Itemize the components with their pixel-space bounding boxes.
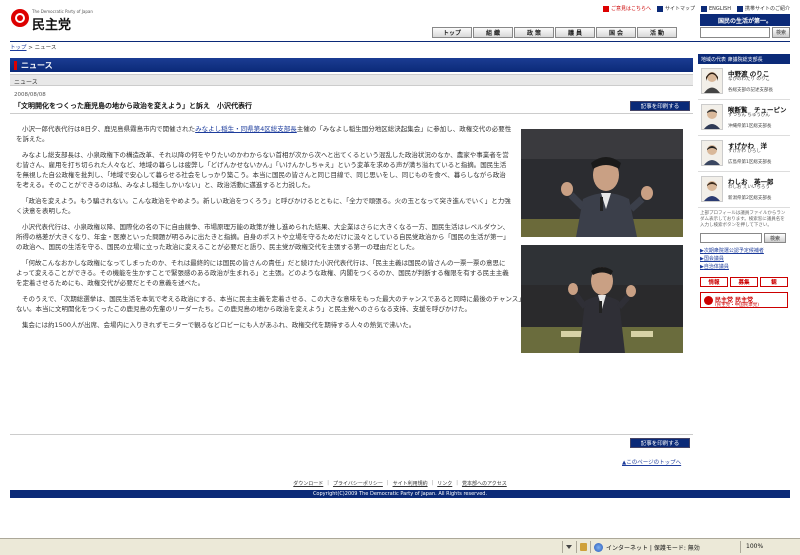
global-nav: トップ 組 織 政 策 議 員 国 会 活 動	[432, 27, 677, 38]
footer-link-access[interactable]: 党本部へのアクセス	[462, 480, 507, 488]
member-block: 広島県第1区総支部長	[728, 160, 772, 165]
print-article-button-bottom[interactable]: 記事を印刷する	[630, 438, 690, 448]
nav-tab-members[interactable]: 議 員	[555, 27, 595, 38]
slogan-banner: 国民の生活が第一。	[700, 14, 790, 26]
candidate-link[interactable]: みなよし稲生・同県第4区総支部長	[195, 125, 297, 133]
member-kana: わしお えいいちろう	[728, 185, 770, 190]
article-paragraph: 小沢一郎代表代行は8日夕、鹿児島県霧島市内で開催されたみなよし稲生・同県第4区総…	[16, 125, 512, 143]
breadcrumb-separator: >	[28, 45, 33, 51]
dropdown-arrow-icon[interactable]	[566, 545, 572, 549]
sidebar-links: ▶次期衆院選公認予定候補者 ▶国会議員 ▶自治体議員	[698, 244, 790, 274]
member-portrait	[701, 68, 723, 94]
sidebar-link-diet-members[interactable]: ▶国会議員	[700, 255, 788, 263]
lock-icon	[580, 543, 587, 551]
status-divider	[562, 541, 563, 553]
speech-photo-1	[521, 129, 683, 237]
util-link-sitemap[interactable]: サイトマップ	[657, 5, 695, 12]
breadcrumb-home-link[interactable]: トップ	[10, 45, 27, 51]
member-portrait	[701, 176, 723, 202]
sidebar-note: 上部プロフィールは議員ファイルからランダム表示しております。検索窓に議員名を入力…	[700, 211, 786, 228]
member-card[interactable]: すげかわ 洋 すげかわ ひろし 広島県第1区総支部長	[698, 136, 790, 172]
nav-tab-top[interactable]: トップ	[432, 27, 472, 38]
member-search-button[interactable]: 検索	[764, 233, 786, 243]
member-search: 検索	[698, 232, 790, 244]
zoom-level[interactable]: 100%	[746, 543, 763, 550]
member-kana: なかのわたり のりこ	[728, 77, 770, 82]
article-headline: 「文明開化をつくった鹿児島の地から政治を変えよう」と訴え 小沢代表行	[14, 102, 252, 110]
speech-photo-2	[521, 245, 683, 353]
member-kana: すげかわ ひろし	[728, 149, 761, 154]
print-article-button-top[interactable]: 記事を印刷する	[630, 101, 690, 111]
footer-link-terms[interactable]: サイト利用規約	[393, 480, 428, 488]
nav-tab-policy[interactable]: 政 策	[514, 27, 554, 38]
site-header: The Democratic Party of Japan 民主党 ご意見はこち…	[0, 0, 800, 40]
util-link-english[interactable]: ENGLISH	[701, 5, 731, 12]
member-card[interactable]: 喉断覧 チューピン ずつちん ちゅうびん 沖縄県第1区総支部長	[698, 100, 790, 136]
member-kana: ずつちん ちゅうびん	[728, 113, 770, 118]
footer-links: ダウンロード | プライバシーポリシー | サイト利用規約 | リンク | 党本部へのア…	[293, 480, 507, 488]
footer-link-privacy[interactable]: プライバシーポリシー	[333, 480, 383, 488]
sidebar: 地域の代表 衆議院総支部長 中野渡 のりこ なかのわたり のりこ 各総支部の記述…	[698, 54, 790, 494]
article-paragraph: 「何故こんなおかしな政権になってしまったのか、それは最終的には国民の皆さんの責任…	[16, 259, 509, 287]
member-portrait	[701, 104, 723, 130]
dpj-logo-mark-icon	[10, 8, 30, 28]
member-search-input[interactable]	[700, 233, 762, 243]
footer-link-download[interactable]: ダウンロード	[293, 480, 323, 488]
nav-tab-organization[interactable]: 組 織	[473, 27, 513, 38]
divider	[10, 434, 693, 435]
logo-japanese-text: 民主党	[32, 18, 72, 33]
member-block: 各総支部の記述支部長	[728, 88, 773, 93]
search-button[interactable]: 検索	[772, 27, 790, 38]
breadcrumb: トップ > ニュース	[10, 41, 790, 51]
security-zone[interactable]: インターネット | 保護モード: 無効	[594, 543, 700, 552]
dpj-logo[interactable]: The Democratic Party of Japan 民主党	[10, 8, 93, 34]
section-title: ニュース	[21, 60, 53, 70]
member-portrait	[701, 140, 723, 166]
util-link-opinion[interactable]: ご意見はこちらへ	[602, 5, 651, 12]
status-divider	[740, 541, 741, 553]
member-block: 新潟県第2区総支部長	[728, 196, 772, 201]
nav-tab-diet[interactable]: 国 会	[596, 27, 636, 38]
banner-info[interactable]: 情報	[700, 277, 728, 287]
section-accent-bar	[14, 60, 17, 70]
footer-link-links[interactable]: リンク	[437, 480, 452, 488]
party-mark-icon	[704, 296, 713, 305]
divider	[10, 113, 693, 114]
sidebar-link-candidates[interactable]: ▶次期衆院選公認予定候補者	[700, 247, 788, 255]
sidebar-heading: 地域の代表 衆議院総支部長	[698, 54, 790, 64]
breadcrumb-current: ニュース	[34, 45, 57, 51]
status-divider	[590, 541, 591, 553]
browser-status-bar: インターネット | 保護モード: 無効 100%	[0, 538, 800, 555]
status-divider	[576, 541, 577, 553]
utility-links: ご意見はこちらへ サイトマップ ENGLISH 携帯サイトのご紹介	[602, 5, 790, 12]
mail-icon	[602, 5, 609, 12]
globe-icon	[594, 543, 603, 552]
site-search: 検索	[700, 27, 790, 38]
copyright-bar: Copyright(C)2009 The Democratic Party of…	[10, 490, 790, 498]
nav-tab-activities[interactable]: 活 動	[637, 27, 677, 38]
article-paragraph: 「政治を変えよう。もう騙されない。こんな政治をやめよう。新しい政治をつくろう」と…	[16, 197, 511, 215]
article-paragraph: みなよし総支部長は、小泉政権下の構造改革、それ以降の何をやりたいのかわからない首…	[16, 151, 509, 189]
arrow-icon	[657, 5, 663, 12]
sidebar-link-local-members[interactable]: ▶自治体議員	[700, 263, 788, 271]
member-card[interactable]: 中野渡 のりこ なかのわたり のりこ 各総支部の記述支部長	[698, 64, 790, 100]
sidebar-banners: 情報 募集 観	[698, 274, 790, 290]
mobile-icon	[736, 5, 743, 12]
section-subtitle: ニュース	[10, 74, 693, 86]
article-date: 2008/08/08	[14, 92, 46, 98]
section-header: ニュース	[10, 58, 693, 72]
search-input[interactable]	[700, 27, 770, 38]
article-paragraph: 小沢代表代行は、小泉政権以降、国際化の名の下に自由競争、市場原理万能の政策が推し…	[16, 223, 510, 251]
arrow-icon	[701, 5, 708, 12]
main-content: ニュース ニュース 2008/08/08 「文明開化をつくった鹿児島の地から政治…	[10, 54, 693, 494]
util-link-mobile[interactable]: 携帯サイトのご紹介	[736, 5, 790, 12]
banner-view[interactable]: 観	[760, 277, 788, 287]
member-card[interactable]: わしお 英一郎 わしお えいいちろう 新潟県第2区総支部長	[698, 172, 790, 208]
member-block: 沖縄県第1区総支部長	[728, 124, 772, 129]
party-paper-banner[interactable]: 民主党 民主党 (民主党・中国民衆党)	[700, 292, 788, 308]
article-body: 小沢一郎代表代行は8日夕、鹿児島県霧島市内で開催されたみなよし稲生・同県第4区総…	[16, 124, 684, 336]
page-top-link[interactable]: ▲このページのトップへ	[622, 458, 681, 466]
banner-recruit[interactable]: 募集	[730, 277, 758, 287]
